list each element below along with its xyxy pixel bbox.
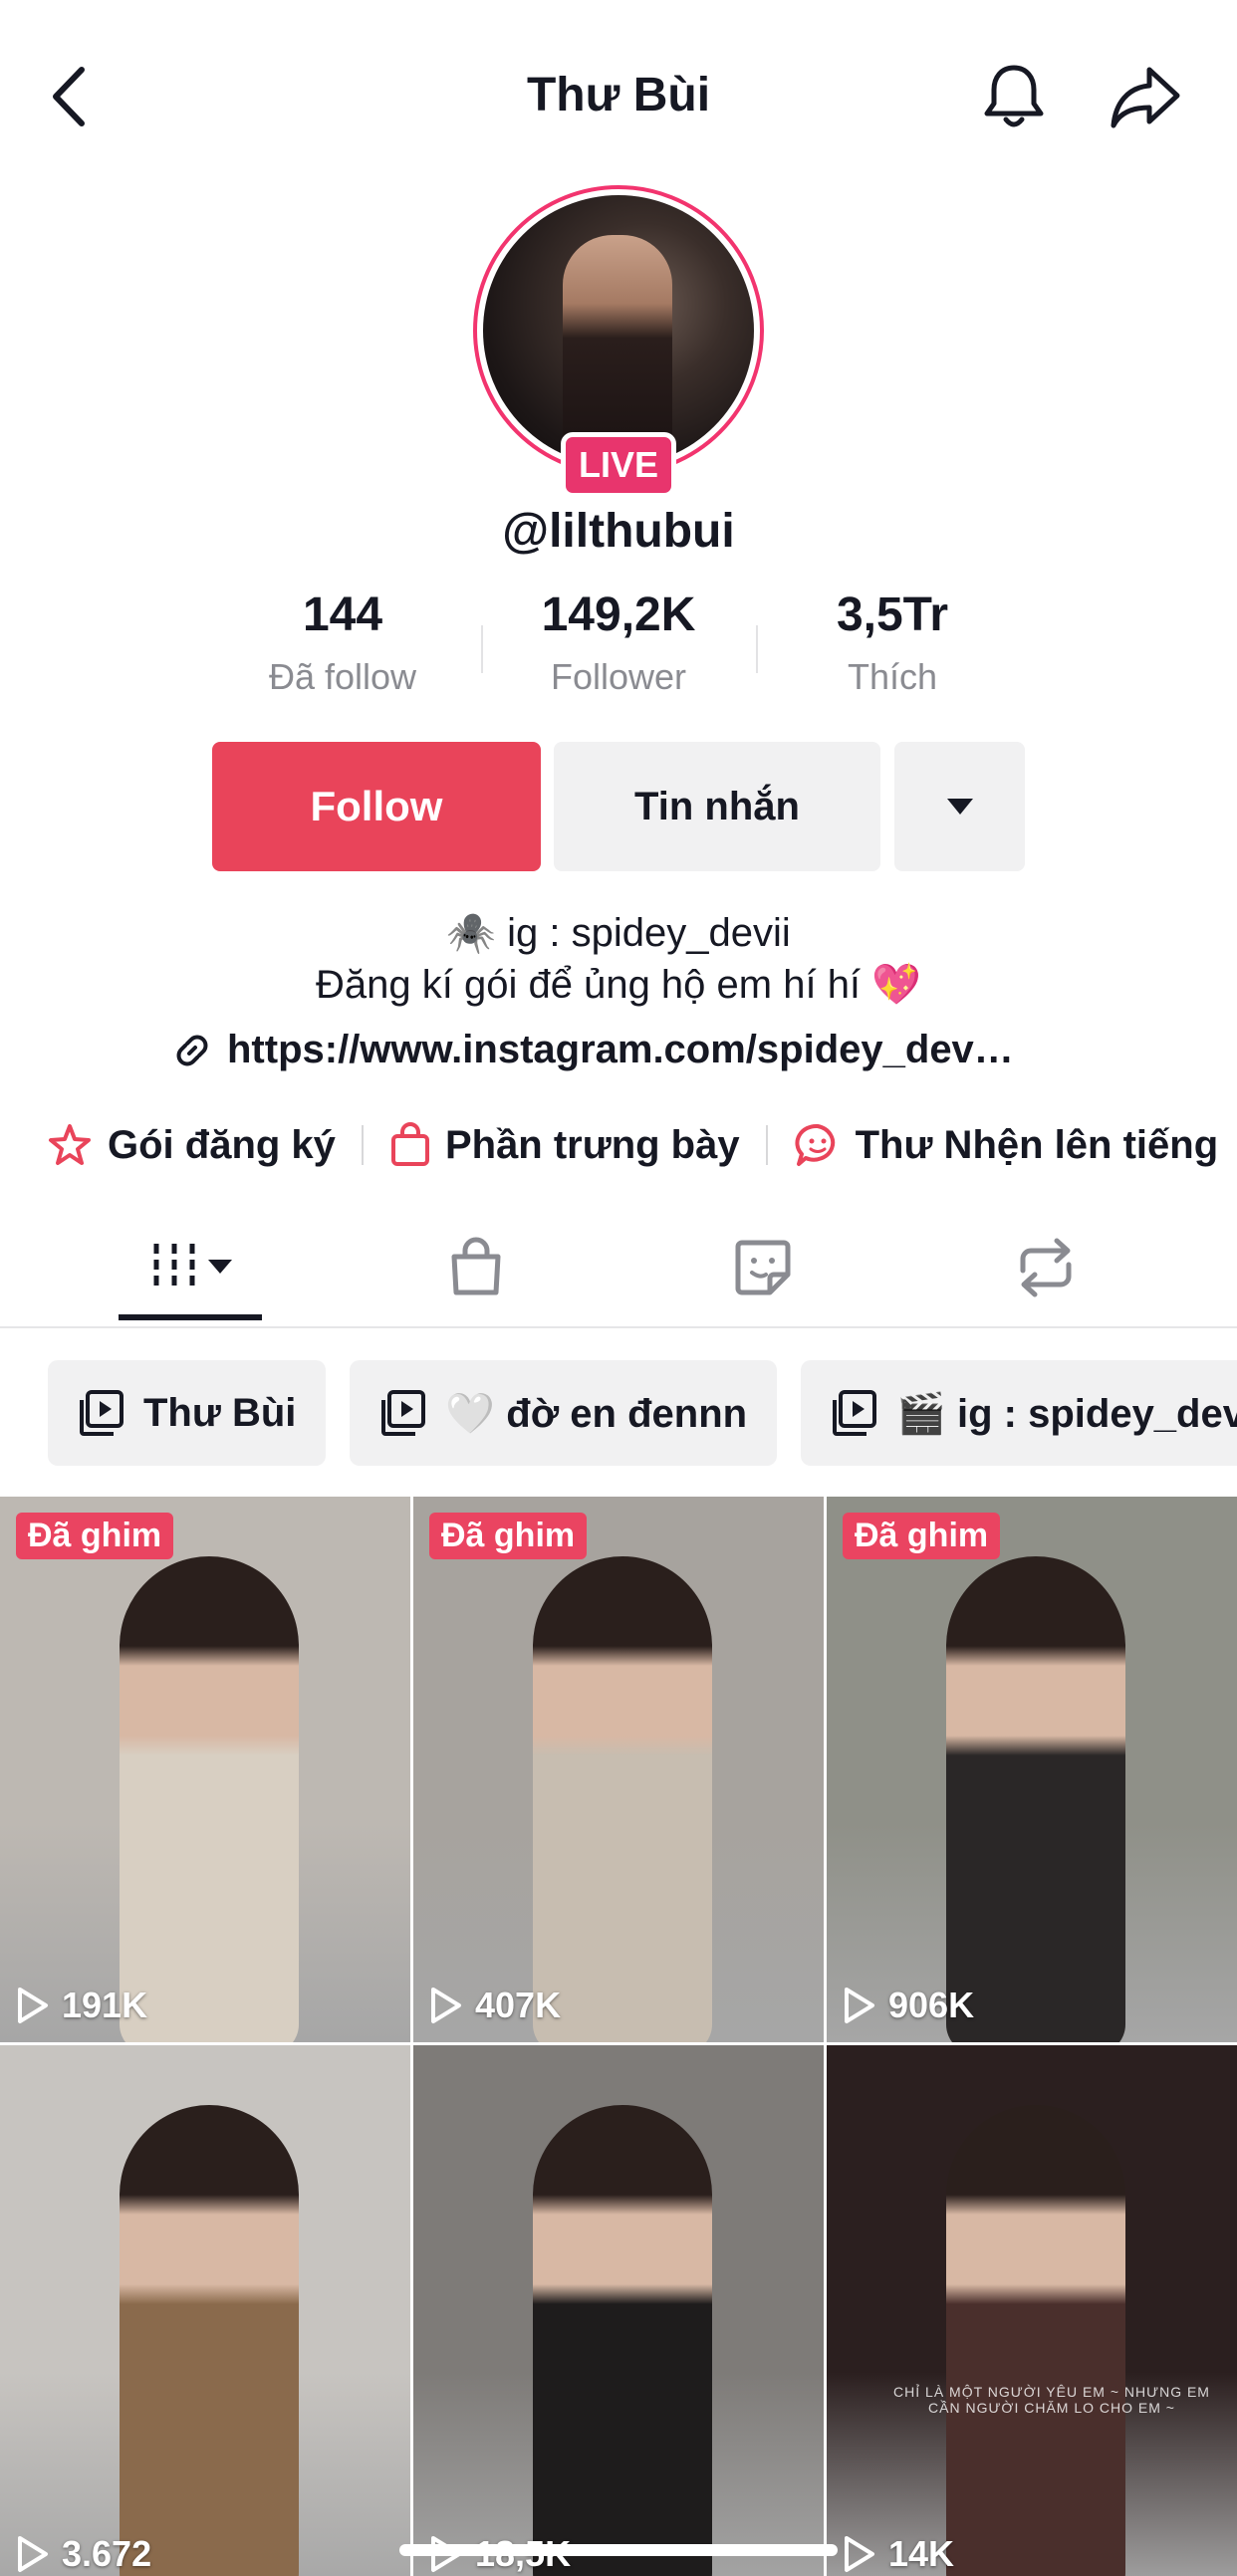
- playlist-chip-label: 🎬 ig : spidey_devii: [896, 1391, 1237, 1436]
- avatar-figure: [563, 235, 672, 464]
- view-count-text: 14K: [888, 2533, 955, 2574]
- video-thumbnail[interactable]: Đã ghim 906K: [827, 1497, 1237, 2042]
- stat-followers-label: Follower: [550, 656, 687, 697]
- view-count-text: 407K: [475, 1985, 562, 2025]
- more-options-button[interactable]: [894, 742, 1025, 871]
- pinned-badge: Đã ghim: [843, 1513, 1001, 1559]
- profile-quick-links: Gói đăng ký Phần trưng bày Thư Nhện lên …: [46, 1115, 1218, 1175]
- bell-icon: [984, 65, 1044, 127]
- playlist-chip-label: Thư Bùi: [143, 1390, 297, 1435]
- home-indicator[interactable]: [399, 2544, 838, 2556]
- view-count: 3.672: [16, 2533, 151, 2575]
- quick-link-subscription-label: Gói đăng ký: [108, 1122, 336, 1167]
- video-thumbnail[interactable]: Đã ghim 407K: [413, 1497, 824, 2042]
- stat-likes[interactable]: 3,5Tr Thích: [773, 587, 1012, 698]
- stat-followers-value: 149,2K: [541, 588, 696, 641]
- play-outline-icon: [431, 1988, 461, 2023]
- quick-link-voice-label: Thư Nhện lên tiếng: [855, 1122, 1219, 1167]
- tab-shop[interactable]: [438, 1233, 514, 1302]
- share-button[interactable]: [1108, 64, 1183, 129]
- play-outline-icon: [845, 2536, 874, 2572]
- stat-divider: [481, 625, 483, 673]
- play-outline-icon: [845, 1988, 874, 2023]
- quick-link-voice[interactable]: Thư Nhện lên tiếng: [794, 1122, 1219, 1168]
- avatar-image: [483, 195, 754, 466]
- playlist-chips: Thư Bùi 🤍 đờ en đennn 🎬 ig : spidey_devi…: [48, 1360, 1237, 1466]
- view-count: 14K: [843, 2533, 954, 2575]
- chat-face-icon: [795, 1123, 835, 1166]
- view-count: 407K: [429, 1985, 561, 2026]
- tab-videos[interactable]: [139, 1233, 249, 1302]
- quick-link-subscription[interactable]: Gói đăng ký: [46, 1122, 336, 1168]
- follow-button[interactable]: Follow: [212, 742, 541, 871]
- bio-link-text: https://www.instagram.com/spidey_dev…: [227, 1028, 1014, 1071]
- view-count-text: 3.672: [62, 2533, 152, 2574]
- profile-stats: 144 Đã follow 149,2K Follower 3,5Tr Thíc…: [0, 587, 1237, 707]
- video-subject: [120, 2105, 299, 2576]
- bio-link[interactable]: https://www.instagram.com/spidey_dev…: [171, 1028, 1014, 1072]
- profile-header: Thư Bùi: [0, 0, 1237, 189]
- quick-link-showcase-label: Phần trưng bày: [444, 1122, 740, 1167]
- video-thumbnail[interactable]: CHỈ LÀ MỘT NGƯỜI YÊU EM ~ NHƯNG EM CẦN N…: [827, 2045, 1237, 2576]
- grid-videos-icon: [153, 1244, 232, 1291]
- view-count-text: 191K: [62, 1985, 148, 2025]
- playlist-chip[interactable]: 🤍 đờ en đennn: [350, 1360, 778, 1466]
- view-count-text: 906K: [888, 1985, 975, 2025]
- subscription-star-icon: [49, 1124, 91, 1165]
- play-outline-icon: [18, 1988, 48, 2023]
- video-caption-overlay: CHỈ LÀ MỘT NGƯỜI YÊU EM ~ NHƯNG EM CẦN N…: [893, 2384, 1210, 2416]
- notification-bell-button[interactable]: [981, 62, 1047, 131]
- active-tab-indicator: [119, 1314, 262, 1320]
- message-button[interactable]: Tin nhắn: [554, 742, 880, 871]
- video-subject: [120, 1556, 299, 2042]
- video-subject: [946, 2105, 1125, 2576]
- caret-down-icon: [946, 799, 973, 815]
- stat-followers[interactable]: 149,2K Follower: [499, 587, 738, 698]
- stat-likes-label: Thích: [847, 656, 938, 697]
- tab-stickers[interactable]: [725, 1233, 801, 1302]
- video-thumbnail[interactable]: 3.672: [0, 2045, 410, 2576]
- quick-link-divider: [765, 1125, 768, 1165]
- link-icon: [176, 1035, 208, 1065]
- playlist-icon: [80, 1390, 124, 1436]
- stat-divider: [756, 625, 758, 673]
- live-badge[interactable]: LIVE: [561, 432, 676, 498]
- playlist-chip[interactable]: Thư Bùi: [48, 1360, 327, 1466]
- playlist-icon: [833, 1390, 877, 1436]
- view-count: 906K: [843, 1985, 974, 2026]
- username: @lilthubui: [502, 505, 735, 558]
- playlist-chip-label: 🤍 đờ en đennn: [445, 1391, 748, 1436]
- playlist-chip[interactable]: 🎬 ig : spidey_devii: [801, 1360, 1237, 1466]
- stat-following-value: 144: [302, 588, 383, 641]
- video-subject: [533, 1556, 712, 2042]
- quick-link-divider: [361, 1125, 364, 1165]
- shop-bag-icon: [451, 1237, 501, 1295]
- video-thumbnail[interactable]: Đã ghim 191K: [0, 1497, 410, 2042]
- video-thumbnail[interactable]: 18,5K: [413, 2045, 824, 2576]
- stat-following[interactable]: 144 Đã follow: [223, 587, 462, 698]
- tab-reposts[interactable]: [1008, 1233, 1084, 1302]
- stat-likes-value: 3,5Tr: [836, 588, 949, 641]
- content-tabs: [0, 1205, 1237, 1328]
- page-title: Thư Bùi: [526, 69, 711, 121]
- video-subject: [533, 2105, 712, 2576]
- share-arrow-icon: [1111, 67, 1180, 128]
- bio-line-2: Đăng kí gói để ủng hộ em hí hí 💖: [316, 963, 921, 1007]
- pinned-badge: Đã ghim: [429, 1513, 588, 1559]
- view-count: 191K: [16, 1985, 147, 2026]
- sticker-icon: [735, 1240, 791, 1295]
- pinned-badge: Đã ghim: [16, 1513, 174, 1559]
- shopping-bag-icon: [390, 1122, 429, 1166]
- playlist-icon: [381, 1390, 426, 1436]
- bio-line-1: 🕷️ ig : spidey_devii: [446, 911, 791, 955]
- repost-icon: [1020, 1238, 1072, 1297]
- play-outline-icon: [18, 2536, 48, 2572]
- video-subject: [946, 1556, 1125, 2042]
- quick-link-showcase[interactable]: Phần trưng bày: [389, 1122, 740, 1168]
- stat-following-label: Đã follow: [268, 656, 417, 697]
